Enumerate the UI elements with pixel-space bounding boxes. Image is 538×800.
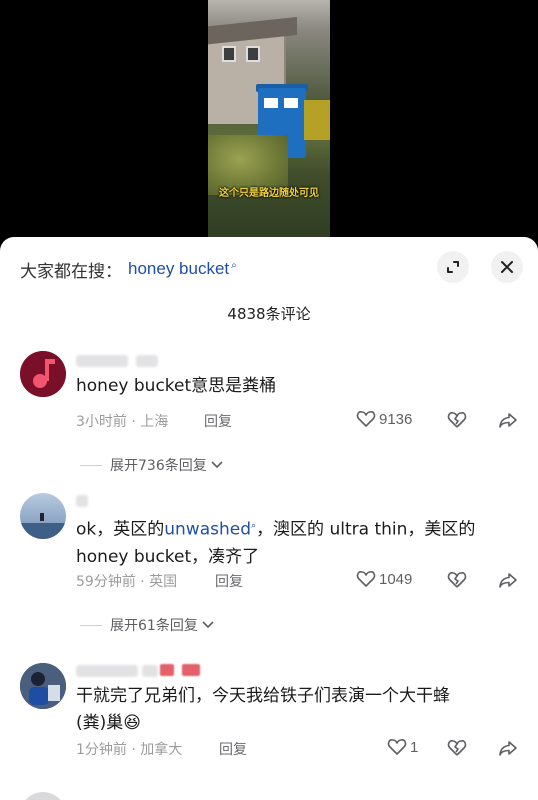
video-thumbnail[interactable]: 这个只是路边随处可见 [208,0,330,250]
broken-heart-icon[interactable] [447,738,467,758]
divider-line [80,464,102,466]
avatar[interactable] [20,493,66,539]
broken-heart-icon[interactable] [447,570,467,590]
dumpster [304,100,330,140]
comments-sheet: 大家都在搜： honey bucket ⌕ 4838条评论 honey buck… [0,237,538,800]
avatar[interactable] [20,351,66,397]
laughing-emoji: 😆 [123,713,141,733]
reply-button[interactable]: 回复 [204,411,232,431]
heart-icon [387,739,407,755]
username[interactable] [76,495,88,507]
like-count: 1049 [379,570,413,588]
landscape-avatar-icon [20,493,66,539]
portable-toilet-sign [284,98,298,108]
avatar[interactable] [20,792,66,800]
comment-text: honey bucket意思是粪桶 [76,376,277,396]
comment-text: 干就完了兄弟们，今天我给铁子们表演一个大干蜂 (粪)巢😆 [76,686,450,733]
username[interactable] [76,355,128,367]
suggested-search-term[interactable]: honey bucket [128,259,229,279]
comment-text: ok，英区的unwashed⌕，澳区的 ultra thin，美区的 honey… [76,519,476,567]
comment-time-location: 3小时前 · 上海 [76,414,169,430]
heart-icon [356,571,376,587]
share-icon[interactable] [498,738,518,758]
close-button[interactable] [491,251,523,283]
username[interactable] [76,665,138,677]
share-icon[interactable] [498,410,518,430]
music-note-icon [20,351,66,397]
badge-icon [182,664,200,676]
expand-icon [447,261,459,273]
badge-icon [160,664,174,676]
divider-line [80,624,102,626]
comment-time-location: 1分钟前 · 加拿大 [76,742,183,758]
comment-time-location: 59分钟前 · 英国 [76,574,178,590]
like-button[interactable]: 1049 [356,570,412,588]
expand-replies-label: 展开61条回复 [110,618,198,634]
username-suffix [142,665,158,677]
close-icon [501,261,513,273]
person-avatar-icon [20,663,66,709]
like-button[interactable]: 1 [387,738,418,756]
username-suffix [136,355,158,367]
video-player[interactable]: 这个只是路边随处可见 [0,0,538,250]
house-window [246,46,260,62]
search-highlight-link[interactable]: unwashed [164,520,251,540]
suggested-search[interactable]: 大家都在搜： honey bucket ⌕ [20,257,237,282]
avatar[interactable] [20,663,66,709]
broken-heart-icon[interactable] [447,410,467,430]
reply-button[interactable]: 回复 [219,739,247,759]
expand-replies-button[interactable]: 展开61条回复 [80,615,214,635]
share-icon[interactable] [498,570,518,590]
expand-button[interactable] [437,251,469,283]
comment-count: 4838条评论 [227,305,311,323]
portable-toilet-sign [264,98,278,108]
like-button[interactable]: 9136 [356,410,412,428]
heart-icon [356,411,376,427]
suggested-search-prefix: 大家都在搜： [20,261,122,282]
reply-button[interactable]: 回复 [215,571,243,591]
like-count: 1 [410,738,419,756]
search-icon: ⌕ [231,259,237,271]
like-count: 9136 [379,410,413,428]
house-window [222,46,236,62]
chevron-down-icon [211,461,223,469]
expand-replies-label: 展开736条回复 [110,458,207,474]
chevron-down-icon [202,621,214,629]
expand-replies-button[interactable]: 展开736条回复 [80,455,223,475]
video-subtitle: 这个只是路边随处可见 [219,188,319,199]
